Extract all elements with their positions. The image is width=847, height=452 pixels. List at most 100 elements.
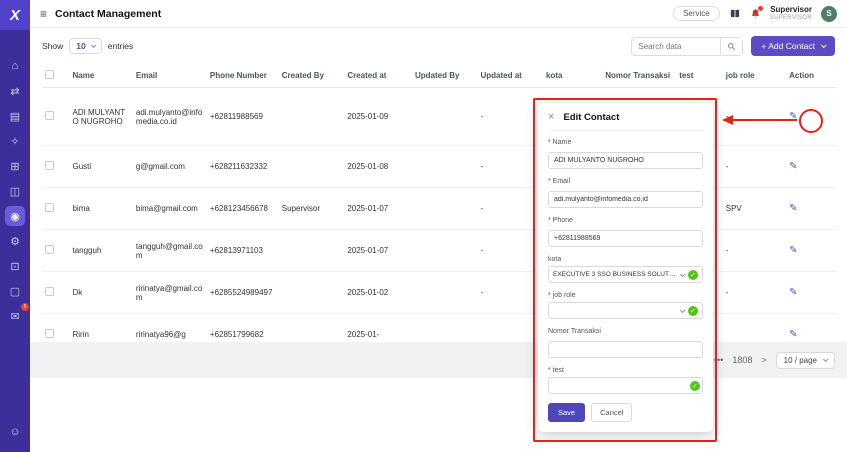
row-checkbox[interactable] (45, 111, 54, 120)
cell-created-at: 2025-01-09 (344, 88, 412, 146)
file-icon[interactable]: ▢ (5, 281, 25, 301)
phone-input[interactable] (548, 230, 703, 247)
table-header-row: Name Email Phone Number Created By Creat… (42, 64, 837, 88)
search-input[interactable] (632, 42, 720, 51)
settings-icon[interactable]: ⚙ (5, 231, 25, 251)
nomor-transaksi-label: Nomor Transaksi (548, 328, 703, 335)
row-checkbox[interactable] (45, 245, 54, 254)
sidebar-menu: ⌂ ⇄ ▤ ✧ ⊞ ◫ ◉ ⚙ ⊡ ▢ ✉5 (5, 56, 25, 326)
pagination-ellipsis[interactable]: ••• (714, 355, 723, 365)
cell-email: g@gmail.com (133, 146, 207, 188)
bell-badge-dot (758, 6, 763, 11)
chevron-down-icon (680, 307, 686, 313)
chevron-down-icon (91, 42, 97, 48)
cell-email: ririnatya@gmail.com (133, 272, 207, 314)
valid-check-icon: ✓ (688, 306, 698, 316)
row-checkbox[interactable] (45, 161, 54, 170)
name-input[interactable] (548, 152, 703, 169)
search-icon[interactable] (720, 38, 742, 55)
edit-contact-icon[interactable]: ✎ (789, 161, 797, 172)
content: Show 10 entries + Add Contact (30, 28, 847, 452)
cell-name: Dk (69, 272, 132, 314)
table-row: tangguh tangguh@gmail.com +62813971103 2… (42, 230, 837, 272)
row-checkbox[interactable] (45, 329, 54, 338)
row-checkbox[interactable] (45, 203, 54, 212)
toolbar: Show 10 entries + Add Contact (30, 28, 847, 64)
col-name: Name (69, 64, 132, 88)
select-all-checkbox[interactable] (45, 70, 54, 79)
edit-contact-icon[interactable]: ✎ (789, 329, 797, 340)
page-size-select[interactable]: 10 / page (776, 352, 835, 369)
col-phone: Phone Number (207, 64, 279, 88)
pagination-bar: ••• 1808 > 10 / page (30, 342, 847, 378)
test-label: * test (548, 367, 703, 374)
edit-contact-icon[interactable]: ✎ (789, 111, 797, 122)
show-label: Show (42, 41, 63, 51)
cell-created-by (279, 146, 345, 188)
edit-contact-icon[interactable]: ✎ (789, 245, 797, 256)
cell-created-at: 2025-01-07 (344, 230, 412, 272)
add-contact-label: + Add Contact (761, 41, 815, 51)
kota-select[interactable]: EXECUTIVE 3 SSO BUSINESS SOLUTION ✓ (548, 266, 703, 283)
service-button[interactable]: Service (673, 6, 720, 21)
pagination-current-page[interactable]: 1808 (732, 355, 752, 365)
exchange-icon[interactable]: ⇄ (5, 81, 25, 101)
edit-contact-icon[interactable]: ✎ (789, 287, 797, 298)
cell-created-at: 2025-01-08 (344, 146, 412, 188)
cell-job-role: - (723, 146, 786, 188)
entries-select[interactable]: 10 (69, 38, 101, 54)
valid-check-icon: ✓ (690, 381, 700, 391)
add-contact-button[interactable]: + Add Contact (751, 36, 835, 56)
cell-phone: +62811988569 (207, 88, 279, 146)
cell-updated-at: - (478, 272, 544, 314)
valid-check-icon: ✓ (688, 270, 698, 280)
cell-created-by: Supervisor (279, 188, 345, 230)
col-test: test (676, 64, 723, 88)
test-input[interactable] (548, 377, 703, 394)
table-row: Dk ririnatya@gmail.com +6285524989497 20… (42, 272, 837, 314)
close-icon[interactable]: × (548, 112, 554, 123)
col-kota: kota (543, 64, 602, 88)
pagination-next-button[interactable]: > (761, 355, 766, 365)
cell-phone: +62813971103 (207, 230, 279, 272)
cell-name: tangguh (69, 230, 132, 272)
nomor-transaksi-input[interactable] (548, 341, 703, 358)
cell-created-by (279, 88, 345, 146)
cell-job-role: SPV (723, 188, 786, 230)
app-logo[interactable]: X (0, 0, 30, 30)
cell-phone: +628123456678 (207, 188, 279, 230)
team-icon[interactable]: ◫ (5, 181, 25, 201)
row-checkbox[interactable] (45, 287, 54, 296)
job-role-select[interactable]: ✓ (548, 302, 703, 319)
cancel-button[interactable]: Cancel (591, 403, 632, 422)
cell-created-at: 2025-01-07 (344, 188, 412, 230)
presentation-icon[interactable]: ⊡ (5, 256, 25, 276)
bell-icon[interactable] (750, 8, 761, 20)
cell-job-role: - (723, 272, 786, 314)
cell-updated-at: - (478, 88, 544, 146)
flash-icon[interactable]: ✧ (5, 131, 25, 151)
table-row: Gusti g@gmail.com +628211632332 2025-01-… (42, 146, 837, 188)
cell-updated-by (412, 272, 478, 314)
save-button[interactable]: Save (548, 403, 585, 422)
home-icon[interactable]: ⌂ (5, 56, 25, 76)
email-input[interactable] (548, 191, 703, 208)
book-icon[interactable] (729, 8, 741, 19)
monitor-icon[interactable]: ⊞ (5, 156, 25, 176)
mail-icon[interactable]: ✉5 (5, 306, 25, 326)
menu-icon[interactable]: ≡ (40, 7, 47, 21)
cell-name: bima (69, 188, 132, 230)
kota-value: EXECUTIVE 3 SSO BUSINESS SOLUTION (553, 271, 676, 278)
contacts-icon[interactable]: ◉ (5, 206, 25, 226)
chat-icon[interactable]: ☺ (5, 422, 25, 442)
entries-label: entries (108, 41, 134, 51)
contact-table: Name Email Phone Number Created By Creat… (30, 64, 847, 356)
avatar[interactable]: S (821, 6, 837, 22)
page-size-value: 10 / page (784, 356, 817, 365)
col-updated-at: Updated at (478, 64, 544, 88)
cell-email: tangguh@gmail.com (133, 230, 207, 272)
edit-contact-icon[interactable]: ✎ (789, 203, 797, 214)
cell-updated-by (412, 188, 478, 230)
document-icon[interactable]: ▤ (5, 106, 25, 126)
entries-value: 10 (76, 41, 85, 51)
